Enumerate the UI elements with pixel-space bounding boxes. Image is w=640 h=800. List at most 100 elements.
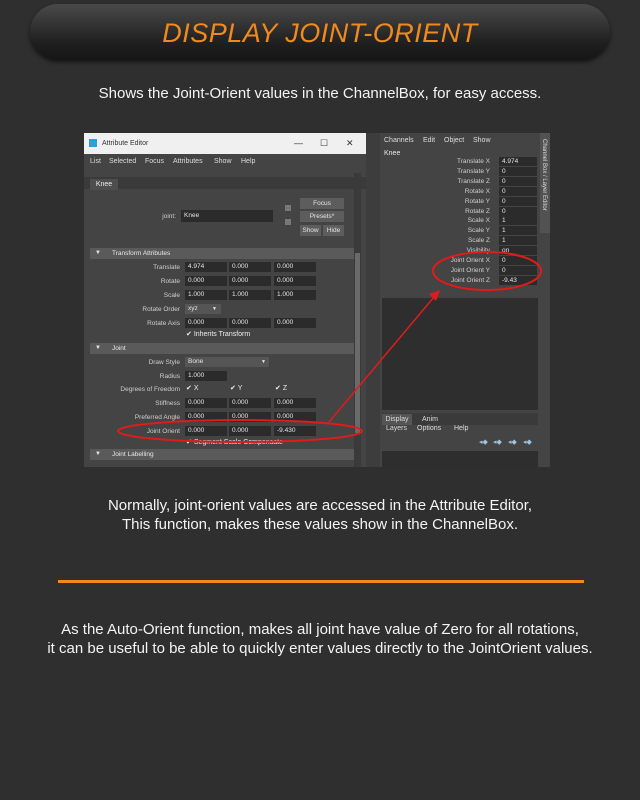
menu-channels[interactable]: Channels: [384, 137, 414, 144]
radius-field[interactable]: 1.000: [185, 371, 227, 381]
joint-name-input[interactable]: Knee: [181, 210, 273, 222]
joint-orient-x-field[interactable]: 0.000: [185, 426, 227, 436]
cb-channel-label[interactable]: Translate Z: [408, 178, 490, 185]
cb-channel-value[interactable]: -9.43: [499, 275, 537, 285]
cb-channel-value[interactable]: 0: [499, 265, 537, 275]
dof-y-checkbox[interactable]: ✔ Y: [230, 384, 242, 392]
draw-style-select[interactable]: Bone ▼: [185, 357, 269, 367]
tab-anim[interactable]: Anim: [416, 414, 444, 425]
layer-list-area: [382, 451, 538, 467]
rotate-y-field[interactable]: 0.000: [229, 276, 271, 286]
joint-section-header[interactable]: ▼ Joint: [90, 343, 354, 354]
stiffness-z-field[interactable]: 0.000: [274, 398, 316, 408]
cb-channel-value[interactable]: 0: [499, 206, 537, 216]
cb-channel-label[interactable]: Translate Y: [408, 168, 490, 175]
menu-selected[interactable]: Selected: [109, 158, 136, 165]
cb-channel-label[interactable]: Joint Orient X: [408, 257, 490, 264]
joint-orient-y-field[interactable]: 0.000: [229, 426, 271, 436]
menu-help[interactable]: Help: [241, 158, 255, 165]
cb-channel-value[interactable]: 0: [499, 196, 537, 206]
focus-button[interactable]: Focus: [300, 198, 344, 209]
cb-channel-value[interactable]: 0: [499, 166, 537, 176]
cb-channel-label[interactable]: Visibility: [408, 247, 490, 254]
transform-attributes-header[interactable]: ▼ Transform Attributes: [90, 248, 354, 259]
title-banner: DISPLAY JOINT-ORIENT: [30, 4, 610, 60]
cb-channel-value[interactable]: 0: [499, 256, 537, 265]
rotate-axis-z-field[interactable]: 0.000: [274, 318, 316, 328]
stiffness-y-field[interactable]: 0.000: [229, 398, 271, 408]
maximize-icon[interactable]: ☐: [320, 138, 328, 149]
dof-z-checkbox[interactable]: ✔ Z: [275, 384, 287, 392]
stiffness-x-field[interactable]: 0.000: [185, 398, 227, 408]
rotate-x-field[interactable]: 0.000: [185, 276, 227, 286]
ae-side-icon-1[interactable]: [285, 205, 291, 211]
layer-new-selected-icon[interactable]: ◂◆: [493, 438, 502, 446]
cb-channel-label[interactable]: Scale X: [408, 217, 490, 224]
menu-layers[interactable]: Layers: [386, 425, 407, 432]
ae-menubar: List Selected Focus Attributes Show Help: [84, 154, 366, 169]
segment-scale-checkbox[interactable]: ✔ Segment Scale Compensate: [186, 438, 283, 446]
joint-labelling-header[interactable]: ▼ Joint Labelling: [90, 449, 354, 460]
cb-channel-label[interactable]: Joint Orient Z: [408, 277, 490, 284]
preferred-angle-y-field[interactable]: 0.000: [229, 412, 271, 422]
preferred-angle-x-field[interactable]: 0.000: [185, 412, 227, 422]
cb-channel-label[interactable]: Joint Orient Y: [408, 267, 490, 274]
dof-label: Degrees of Freedom: [120, 386, 180, 393]
menu-cb-show[interactable]: Show: [473, 137, 491, 144]
ae-window-title: Attribute Editor: [102, 140, 149, 147]
menu-focus[interactable]: Focus: [145, 158, 164, 165]
close-icon[interactable]: ✕: [346, 138, 354, 149]
maya-logo-icon: [89, 139, 97, 147]
minimize-icon[interactable]: —: [294, 138, 303, 148]
menu-edit[interactable]: Edit: [423, 137, 435, 144]
translate-z-field[interactable]: 0.000: [274, 262, 316, 272]
menu-object[interactable]: Object: [444, 137, 464, 144]
rotate-axis-x-field[interactable]: 0.000: [185, 318, 227, 328]
cb-channel-value[interactable]: 0: [499, 186, 537, 196]
tab-display[interactable]: Display: [382, 414, 412, 425]
ae-side-icon-2[interactable]: [285, 219, 291, 225]
cb-channel-label[interactable]: Rotate Z: [408, 208, 490, 215]
rotate-order-select[interactable]: xyz ▼: [185, 304, 221, 314]
dof-x-checkbox[interactable]: ✔ X: [186, 384, 198, 392]
scale-y-field[interactable]: 1.000: [229, 290, 271, 300]
menu-show[interactable]: Show: [214, 158, 232, 165]
cb-channel-value[interactable]: 1: [499, 236, 537, 246]
maya-screenshot: Attribute Editor — ☐ ✕ List Selected Foc…: [84, 133, 550, 467]
scale-z-field[interactable]: 1.000: [274, 290, 316, 300]
cb-channel-label[interactable]: Rotate X: [408, 188, 490, 195]
preferred-angle-z-field[interactable]: 0.000: [274, 412, 316, 422]
rotate-axis-y-field[interactable]: 0.000: [229, 318, 271, 328]
cb-channel-value[interactable]: on: [499, 246, 537, 256]
footer-line-2: it can be useful to be able to quickly e…: [47, 640, 593, 657]
tab-knee[interactable]: Knee: [90, 179, 118, 190]
menu-attributes[interactable]: Attributes: [173, 158, 203, 165]
cb-channel-value[interactable]: 1: [499, 216, 537, 226]
layer-move-up-icon[interactable]: ◂◆: [508, 438, 517, 446]
cb-node-name: Knee: [384, 150, 401, 157]
joint-orient-z-field[interactable]: -9.430: [274, 426, 316, 436]
layer-new-icon[interactable]: ◂◆: [479, 438, 488, 446]
channel-box-panel: Channels Edit Object Show Channel Box / …: [380, 133, 550, 467]
cb-channel-value[interactable]: 0: [499, 176, 537, 186]
translate-x-field[interactable]: 4.974: [185, 262, 227, 272]
menu-list[interactable]: List: [90, 158, 101, 165]
show-button[interactable]: Show: [300, 225, 321, 236]
inherits-transform-checkbox[interactable]: ✔ Inherits Transform: [186, 330, 250, 338]
menu-options[interactable]: Options: [417, 425, 441, 432]
cb-channel-value[interactable]: 1: [499, 226, 537, 236]
ae-scrollbar-thumb[interactable]: [355, 253, 360, 433]
hide-button[interactable]: Hide: [323, 225, 344, 236]
cb-channel-label[interactable]: Rotate Y: [408, 198, 490, 205]
cb-channel-value[interactable]: 4.974: [499, 157, 537, 166]
translate-y-field[interactable]: 0.000: [229, 262, 271, 272]
presets-button[interactable]: Presets*: [300, 211, 344, 222]
layer-move-down-icon[interactable]: ◂◆: [523, 438, 532, 446]
cb-channel-label[interactable]: Scale Z: [408, 237, 490, 244]
rotate-z-field[interactable]: 0.000: [274, 276, 316, 286]
scale-x-field[interactable]: 1.000: [185, 290, 227, 300]
cb-channel-label[interactable]: Scale Y: [408, 227, 490, 234]
menu-layer-help[interactable]: Help: [454, 425, 468, 432]
joint-orient-label: Joint Orient: [146, 428, 180, 435]
cb-channel-label[interactable]: Translate X: [408, 158, 490, 165]
